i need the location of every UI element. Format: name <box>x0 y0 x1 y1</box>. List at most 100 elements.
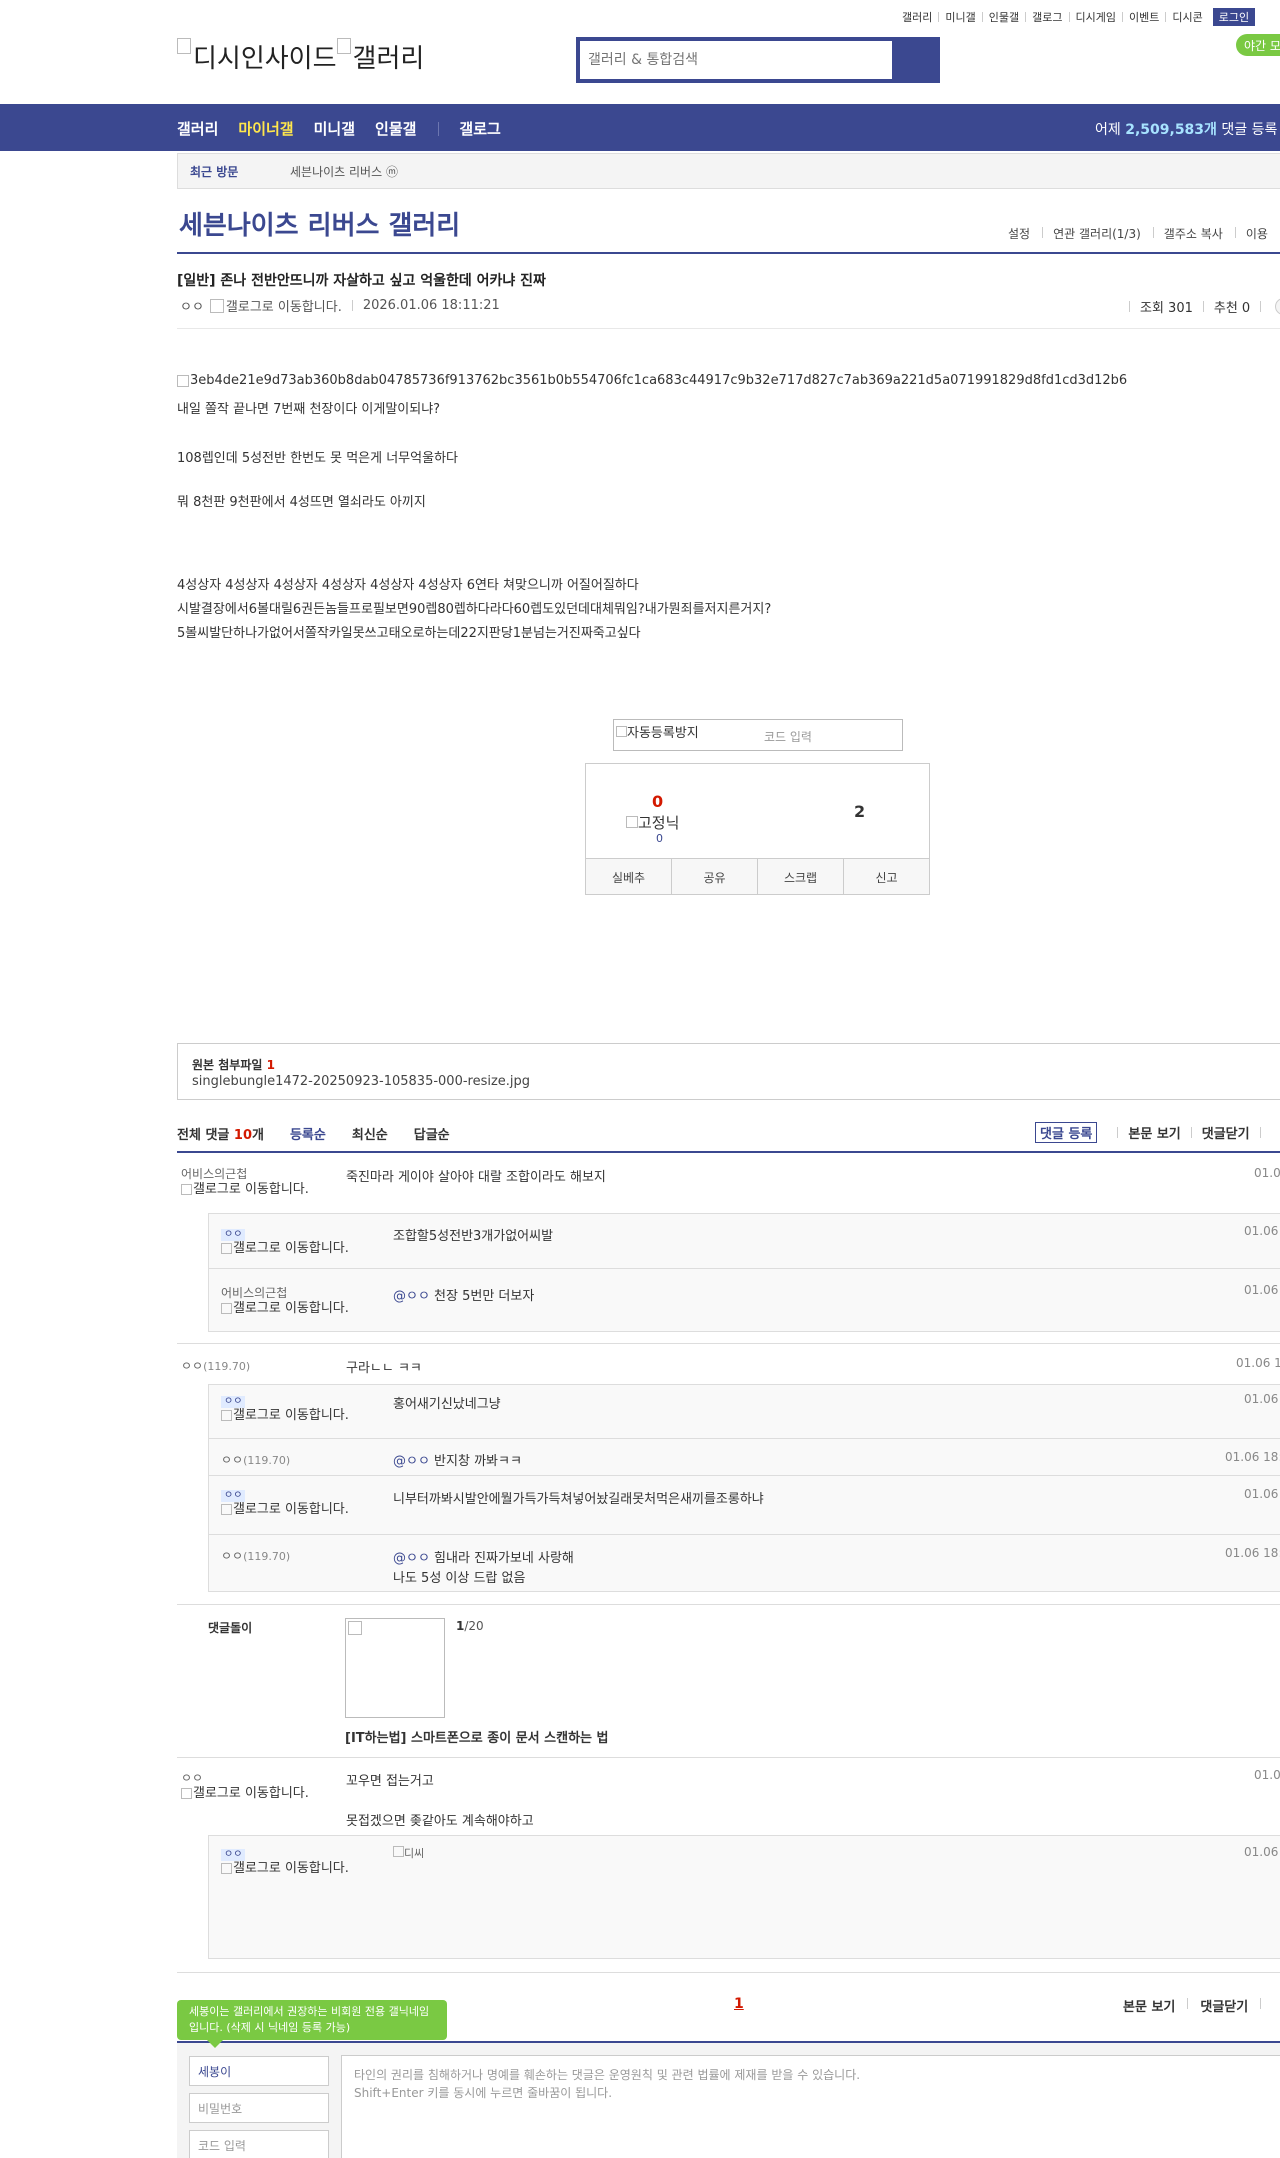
captcha-input[interactable]: 코드 입력 <box>764 728 812 745</box>
gallery-settings[interactable]: 설정 <box>1008 225 1030 242</box>
toplink-event[interactable]: 이벤트 <box>1129 9 1159 25</box>
night-mode-toggle[interactable]: 야간 모 <box>1236 34 1280 56</box>
gallog-link[interactable]: 갤로그로 이동합니다. <box>221 1503 351 1517</box>
gallery-usage[interactable]: 이용 <box>1246 225 1268 242</box>
reply-text: 홍어새기신났네그냥 <box>393 1397 501 1412</box>
comment-textarea[interactable]: 타인의 권리를 침해하거나 명예를 훼손하는 댓글은 운영원칙 및 관련 법률에… <box>341 2055 1280 2158</box>
comment-separator <box>177 1972 1280 1973</box>
recent-item[interactable]: 세븐나이츠 리버스 ⓜ <box>290 163 398 180</box>
toplink-dcgame[interactable]: 디시게임 <box>1076 9 1116 25</box>
logo-dcinside: 디시인사이드 <box>193 44 337 74</box>
comment-count-pill[interactable]: 5 <box>1275 298 1280 315</box>
post-line: 4성상자 4성상자 4성상자 4성상자 4성상자 4성상자 6연타 쳐맞으니까 … <box>177 578 639 593</box>
fixed-nick-count: 0 <box>656 832 663 845</box>
comment-divider <box>177 1151 1280 1153</box>
reply-date: 01.06 18:1 <box>1225 1546 1280 1560</box>
toplink-dccon[interactable]: 디시콘 <box>1172 9 1202 25</box>
search-input[interactable] <box>580 41 896 79</box>
reply-author: ㅇㅇ 갤로그로 이동합니다. <box>221 1846 351 1876</box>
post-line: 108렙인데 5성전반 한번도 못 먹은게 너무억울하다 <box>177 451 458 466</box>
reply-text: @ㅇㅇ 천장 5번만 더보자 <box>393 1289 535 1304</box>
reply-divider <box>208 1534 1280 1535</box>
sort-replies[interactable]: 답글순 <box>414 1124 450 1143</box>
captcha-image: 자동등록방지 <box>616 722 699 741</box>
recent-visits: 최근 방문 세븐나이츠 리버스 ⓜ <box>177 153 1280 189</box>
broken-image-icon <box>616 726 627 737</box>
sort-registered[interactable]: 등록순 <box>290 1124 326 1143</box>
toplink-persongall[interactable]: 인물갤 <box>989 9 1019 25</box>
broken-image-icon <box>348 1621 362 1635</box>
sort-latest[interactable]: 최신순 <box>352 1124 388 1143</box>
bottom-comment-actions: 본문 보기 댓글닫기 <box>1123 1996 1273 2015</box>
view-body-button[interactable]: 본문 보기 <box>1128 1123 1180 1142</box>
reply-author: ㅇㅇ 갤로그로 이동합니다. <box>221 1487 351 1517</box>
gallog-link[interactable]: 갤로그로 이동합니다. <box>221 1242 351 1256</box>
bot-thumbnail[interactable] <box>345 1618 445 1718</box>
nickname-input[interactable]: 세봉이 <box>189 2056 329 2086</box>
toplink-gallery[interactable]: 갤러리 <box>902 9 932 25</box>
bot-article-link[interactable]: [IT하는법] 스마트폰으로 종이 문서 스캔하는 법 <box>345 1727 609 1746</box>
reply-date: 01.06 1 <box>1244 1392 1280 1406</box>
report-button[interactable]: 신고 <box>844 859 929 894</box>
reply-date: 01.06 1 <box>1244 1487 1280 1501</box>
share-button[interactable]: 공유 <box>672 859 758 894</box>
post-header-divider <box>177 328 1280 329</box>
gallog-icon[interactable] <box>209 298 224 313</box>
reply-author: ㅇㅇ(119.70) <box>221 1549 291 1563</box>
toplink-minigall[interactable]: 미니갤 <box>945 9 975 25</box>
comment-date: 01.06 <box>1254 1768 1280 1782</box>
password-input[interactable]: 비밀번호 <box>189 2093 329 2123</box>
nav-persongall[interactable]: 인물갤 <box>375 118 416 139</box>
reply-text: @ㅇㅇ 반지창 까봐ㅋㅋ <box>393 1454 522 1469</box>
broken-image-icon <box>221 1863 232 1874</box>
nav-minorgall[interactable]: 마이너갤 <box>238 118 293 139</box>
post-image: 3eb4de21e9d73ab360b8dab04785736f913762bc… <box>177 373 1127 388</box>
login-button[interactable]: 로그인 <box>1212 8 1256 26</box>
toplink-gallog[interactable]: 갤로그 <box>1032 9 1062 25</box>
silbe-button[interactable]: 실베추 <box>586 859 672 894</box>
gallog-link[interactable]: 갤로그로 이동합니다. <box>221 1862 351 1876</box>
reply-group <box>208 1835 1280 1959</box>
code-input[interactable]: 코드 입력 <box>189 2130 329 2158</box>
close-comments-button[interactable]: 댓글닫기 <box>1202 1123 1250 1142</box>
gallog-link[interactable]: 갤로그로 이동합니다. <box>221 1302 351 1316</box>
comment-date: 01.06 <box>1254 1166 1280 1180</box>
downvote-count[interactable]: 2 <box>854 802 865 821</box>
view-body-button[interactable]: 본문 보기 <box>1123 1996 1175 2015</box>
reply-group <box>208 1213 1280 1332</box>
nav-minigall[interactable]: 미니갤 <box>314 118 355 139</box>
gallery-title[interactable]: 세븐나이츠 리버스 갤러리 <box>179 205 460 242</box>
broken-image-icon <box>177 374 189 387</box>
comment-register-button[interactable]: 댓글 등록 <box>1035 1122 1098 1143</box>
site-logo[interactable]: 디시인사이드 갤러리 <box>177 38 424 75</box>
post-line: 5볼씨발단하나가없어서쫄작카일못쓰고태오로하는데22지판당1분넘는거진짜죽고싶다 <box>177 626 641 641</box>
post-line: 시발결장에서6볼대릴6권든놈들프로필보면90렙80렙하다라다60렙도있던데대체뭐… <box>177 602 772 617</box>
close-comments-button[interactable]: 댓글닫기 <box>1200 1996 1248 2015</box>
broken-image-icon <box>336 38 351 54</box>
gallog-link[interactable]: 갤로그로 이동합니다. <box>181 1787 311 1801</box>
bot-pagination: 1/20 <box>456 1619 484 1633</box>
captcha-box: 자동등록방지 코드 입력 <box>613 719 903 751</box>
comment-author: ㅇㅇ(119.70) <box>181 1359 251 1373</box>
nav-gallog[interactable]: 갤로그 <box>459 118 500 139</box>
reply-date: 01.06 <box>1244 1224 1279 1238</box>
comment-page-1[interactable]: 1 <box>734 1996 744 2012</box>
related-galleries[interactable]: 연관 갤러리(1/3) <box>1053 225 1141 242</box>
reply-author: ㅇㅇ 갤로그로 이동합니다. <box>221 1393 351 1423</box>
search-button[interactable] <box>892 41 936 79</box>
gallog-link[interactable]: 갤로그로 이동합니다. <box>181 1183 311 1197</box>
gallog-link[interactable]: 갤로그로 이동합니다. <box>221 1409 351 1423</box>
comment-separator <box>177 1343 1280 1344</box>
broken-image-icon <box>221 1303 232 1314</box>
upvote-count[interactable]: 0 <box>652 792 663 811</box>
post-author[interactable]: ㅇㅇ <box>180 296 204 315</box>
fixed-nick-label: 고정닉 <box>626 812 679 833</box>
scrap-button[interactable]: 스크랩 <box>758 859 844 894</box>
gallog-alt[interactable]: 갤로그로 이동합니다. <box>226 296 342 315</box>
nav-gallery[interactable]: 갤러리 <box>177 118 218 139</box>
broken-image-icon <box>181 1788 192 1799</box>
comment-count: 2,509,583개 <box>1125 122 1217 138</box>
attachment-file[interactable]: singlebungle1472-20250923-105835-000-res… <box>192 1074 530 1089</box>
broken-image-icon <box>181 1184 192 1195</box>
copy-gallery-url[interactable]: 갤주소 복사 <box>1164 225 1223 242</box>
